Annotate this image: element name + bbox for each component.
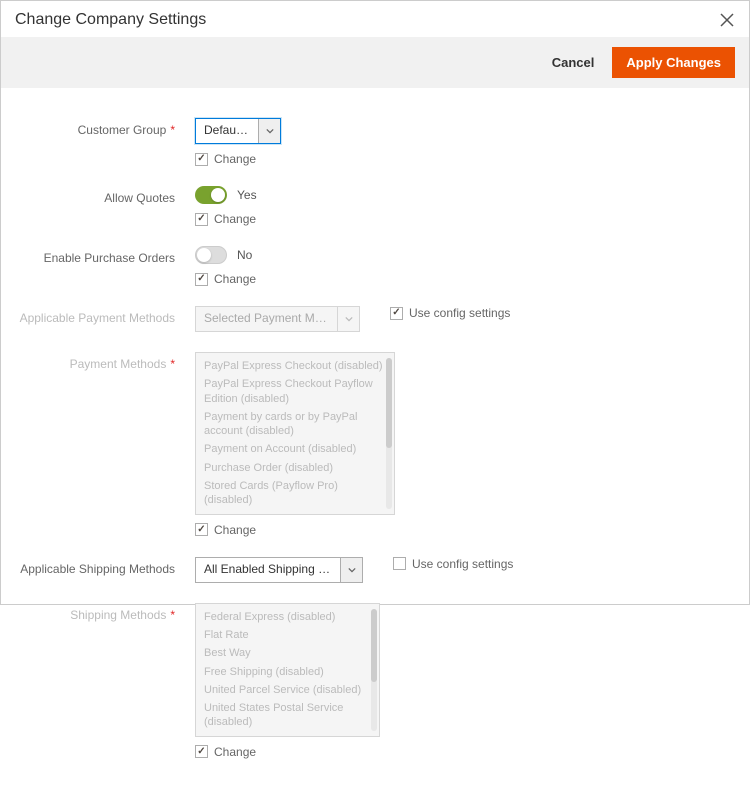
- enable-purchase-orders-change-label: Change: [214, 272, 256, 286]
- field-enable-purchase-orders: Enable Purchase Orders No Change: [15, 246, 735, 286]
- customer-group-change-checkbox[interactable]: [195, 153, 208, 166]
- payment-methods-multiselect: PayPal Express Checkout (disabled) PayPa…: [195, 352, 395, 515]
- shipping-methods-change-label: Change: [214, 745, 256, 759]
- label-applicable-payment-methods: Applicable Payment Methods: [15, 306, 195, 325]
- customer-group-value: Default (Ge…: [196, 119, 258, 143]
- modal-title: Change Company Settings: [15, 11, 206, 29]
- label-enable-purchase-orders: Enable Purchase Orders: [15, 246, 195, 265]
- enable-purchase-orders-change-checkbox[interactable]: [195, 273, 208, 286]
- label-allow-quotes: Allow Quotes: [15, 186, 195, 205]
- apply-changes-button[interactable]: Apply Changes: [612, 47, 735, 78]
- allow-quotes-change-checkbox[interactable]: [195, 213, 208, 226]
- customer-group-select[interactable]: Default (Ge…: [195, 118, 281, 144]
- customer-group-change-label: Change: [214, 152, 256, 166]
- payment-use-config-label: Use config settings: [409, 306, 510, 320]
- field-applicable-payment-methods: Applicable Payment Methods Selected Paym…: [15, 306, 735, 332]
- field-shipping-methods: Shipping Methods* Federal Express (disab…: [15, 603, 735, 759]
- field-allow-quotes: Allow Quotes Yes Change: [15, 186, 735, 226]
- dropdown-arrow-icon: [340, 558, 362, 582]
- list-item: United States Postal Service (disabled): [196, 699, 379, 732]
- field-payment-methods: Payment Methods* PayPal Express Checkout…: [15, 352, 735, 537]
- field-applicable-shipping-methods: Applicable Shipping Methods All Enabled …: [15, 557, 735, 583]
- shipping-methods-multiselect: Federal Express (disabled) Flat Rate Bes…: [195, 603, 380, 737]
- applicable-shipping-methods-select[interactable]: All Enabled Shipping Methods: [195, 557, 363, 583]
- scrollbar[interactable]: [386, 358, 392, 509]
- label-shipping-methods: Shipping Methods*: [15, 603, 195, 622]
- list-item: Best Way: [196, 644, 379, 662]
- close-button[interactable]: [719, 12, 735, 28]
- list-item: Purchase Order (disabled): [196, 459, 394, 477]
- list-item: Payment on Account (disabled): [196, 440, 394, 458]
- list-item: Federal Express (disabled): [196, 608, 379, 626]
- action-bar: Cancel Apply Changes: [1, 37, 749, 88]
- label-payment-methods: Payment Methods*: [15, 352, 195, 371]
- label-applicable-shipping-methods: Applicable Shipping Methods: [15, 557, 195, 576]
- form-area: Customer Group* Default (Ge… Change Allo…: [1, 88, 749, 799]
- modal-header: Change Company Settings: [1, 1, 749, 35]
- close-icon: [720, 13, 734, 27]
- allow-quotes-value: Yes: [237, 188, 257, 202]
- list-item: PayPal Express Checkout Payflow Edition …: [196, 375, 394, 408]
- payment-use-config-checkbox[interactable]: [390, 307, 403, 320]
- dropdown-arrow-icon: [337, 307, 359, 331]
- payment-methods-change-label: Change: [214, 523, 256, 537]
- applicable-shipping-methods-value: All Enabled Shipping Methods: [196, 558, 340, 582]
- payment-methods-change-checkbox[interactable]: [195, 523, 208, 536]
- list-item: Flat Rate: [196, 626, 379, 644]
- cancel-button[interactable]: Cancel: [552, 55, 595, 70]
- scrollbar[interactable]: [371, 609, 377, 731]
- applicable-payment-methods-select: Selected Payment Methods: [195, 306, 360, 332]
- applicable-payment-methods-value: Selected Payment Methods: [196, 307, 337, 331]
- shipping-use-config-label: Use config settings: [412, 557, 513, 571]
- list-item: Stored Cards (Payflow Pro) (disabled): [196, 477, 394, 510]
- dropdown-arrow-icon: [258, 119, 280, 143]
- enable-purchase-orders-toggle[interactable]: [195, 246, 227, 264]
- enable-purchase-orders-value: No: [237, 248, 252, 262]
- shipping-methods-change-checkbox[interactable]: [195, 745, 208, 758]
- allow-quotes-toggle[interactable]: [195, 186, 227, 204]
- list-item: Payment by cards or by PayPal account (d…: [196, 408, 394, 441]
- shipping-use-config-checkbox[interactable]: [393, 557, 406, 570]
- list-item: PayPal Express Checkout (disabled): [196, 357, 394, 375]
- list-item: United Parcel Service (disabled): [196, 681, 379, 699]
- allow-quotes-change-label: Change: [214, 212, 256, 226]
- label-customer-group: Customer Group*: [15, 118, 195, 137]
- field-customer-group: Customer Group* Default (Ge… Change: [15, 118, 735, 166]
- list-item: Free Shipping (disabled): [196, 663, 379, 681]
